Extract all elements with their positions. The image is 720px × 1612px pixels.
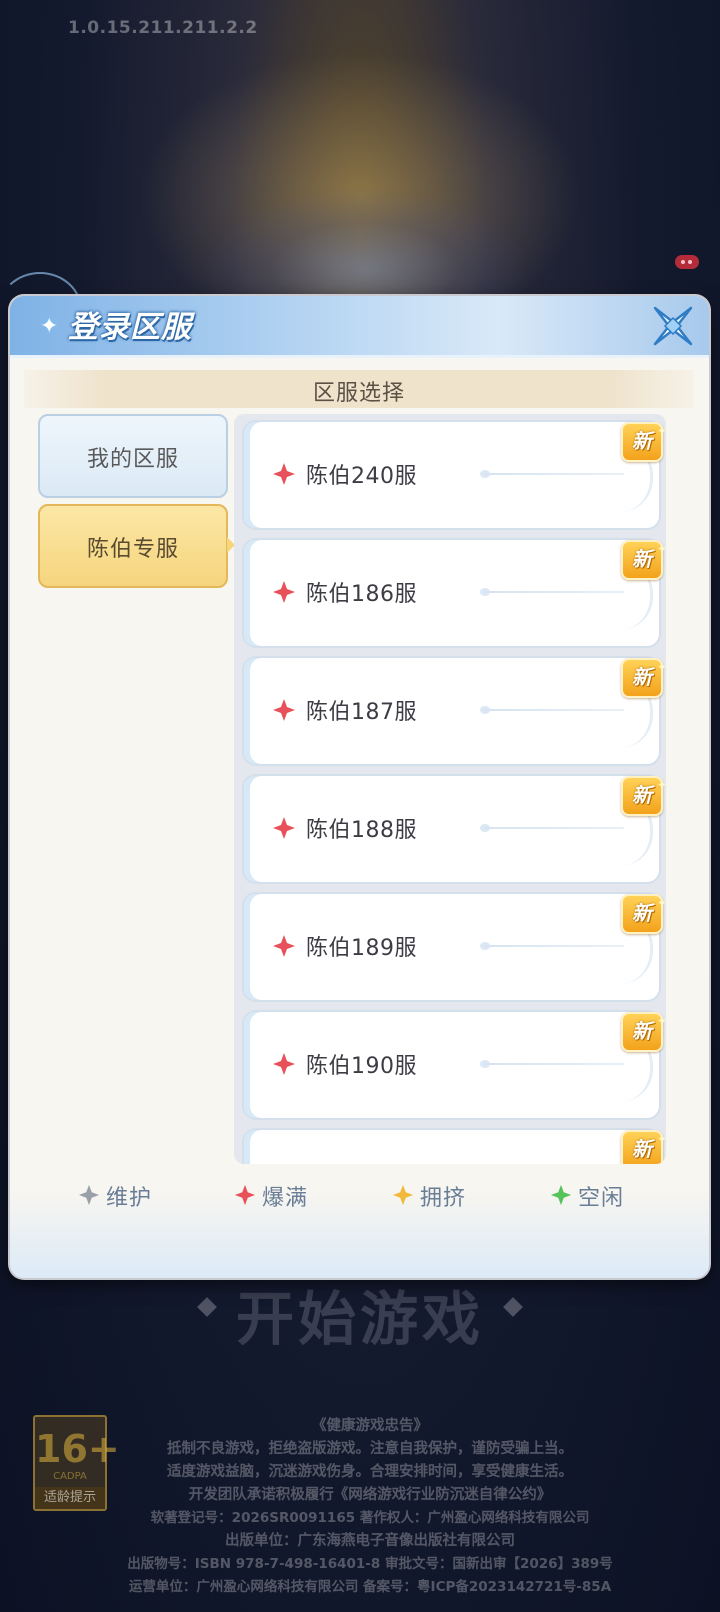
server-item[interactable]: 新 — [242, 1122, 666, 1164]
status-full-icon — [273, 935, 295, 957]
age-rating-tip: 适龄提示 — [35, 1487, 105, 1509]
legal-line: 软著登记号：2026SR0091165 著作权人：广州盈心网络科技有限公司 — [150, 1510, 590, 1526]
legal-line: 出版单位：广东海燕电子音像出版社有限公司 — [225, 1533, 515, 1549]
server-item[interactable]: 陈伯186服 新 — [242, 532, 666, 648]
status-full-icon — [273, 817, 295, 839]
sparkle-icon: ✦ — [40, 314, 59, 339]
legend-label: 拥挤 — [420, 1186, 467, 1211]
status-legend: 维护 爆满 拥挤 空闲 — [10, 1176, 709, 1216]
dialog-title: 登录区服 — [68, 310, 192, 345]
new-badge: 新 — [621, 1004, 666, 1052]
age-rating-badge[interactable]: 16+ CADPA 适龄提示 — [33, 1415, 120, 1511]
legal-line: 出版物号：ISBN 978-7-498-16401-8 审批文号：国新出审【20… — [127, 1556, 613, 1572]
server-name: 陈伯186服 — [306, 582, 417, 607]
tab-my-servers[interactable]: 我的区服 — [38, 414, 228, 498]
legal-notice: 《健康游戏忠告》 抵制不良游戏，拒绝盗版游戏。注意自我保护，谨防受骗上当。 适度… — [100, 1415, 640, 1599]
close-button[interactable] — [649, 302, 697, 350]
status-full-icon — [234, 1184, 256, 1206]
server-item[interactable]: 陈伯189服 新 — [242, 886, 666, 1002]
server-name: 陈伯187服 — [306, 700, 417, 725]
section-header: 区服选择 — [24, 370, 694, 408]
dialog-header: ✦ 登录区服 — [10, 296, 709, 358]
legal-line: 运营单位：广州盈心网络科技有限公司 备案号：粤ICP备2023142721号-8… — [128, 1579, 612, 1595]
start-game-button[interactable]: 开始游戏 — [0, 1272, 720, 1356]
new-badge: 新 — [621, 532, 666, 580]
new-badge: 新 — [621, 768, 666, 816]
server-select-dialog: ✦ 登录区服 区服选择 我的区服 陈伯专服 陈伯240服 新 陈伯186服 新 — [10, 296, 709, 1278]
status-full-icon — [273, 699, 295, 721]
age-rating-org: CADPA — [53, 1471, 87, 1482]
legal-line: 抵制不良游戏，拒绝盗版游戏。注意自我保护，谨防受骗上当。 — [167, 1441, 573, 1457]
server-name: 陈伯189服 — [306, 936, 417, 961]
legend-label: 空闲 — [578, 1186, 625, 1211]
status-idle-icon — [550, 1184, 572, 1206]
server-list[interactable]: 陈伯240服 新 陈伯186服 新 陈伯187服 新 陈伯188服 新 陈伯18… — [234, 414, 666, 1164]
record-indicator[interactable] — [675, 255, 699, 269]
legend-label: 爆满 — [262, 1186, 309, 1211]
legal-line: 开发团队承诺积极履行《网络游戏行业防沉迷自律公约》 — [188, 1487, 552, 1503]
start-game-label: 开始游戏 — [235, 1285, 484, 1353]
legal-line: 《健康游戏忠告》 — [312, 1418, 428, 1434]
server-item[interactable]: 陈伯188服 新 — [242, 768, 666, 884]
server-item[interactable]: 陈伯190服 新 — [242, 1004, 666, 1120]
new-badge: 新 — [621, 886, 666, 934]
server-name: 陈伯240服 — [306, 464, 417, 489]
close-icon — [653, 306, 693, 346]
new-badge: 新 — [621, 1122, 666, 1164]
tab-label: 我的区服 — [86, 447, 179, 472]
server-name: 陈伯190服 — [306, 1054, 417, 1079]
server-name: 陈伯188服 — [306, 818, 417, 843]
status-full-icon — [273, 1053, 295, 1075]
version-label: 1.0.15.211.211.2.2 — [68, 18, 258, 38]
server-item[interactable]: 陈伯240服 新 — [242, 414, 666, 530]
legend-label: 维护 — [106, 1186, 153, 1211]
status-full-icon — [273, 463, 295, 485]
tab-exclusive-servers[interactable]: 陈伯专服 — [38, 504, 235, 588]
status-full-icon — [273, 581, 295, 603]
new-badge: 新 — [621, 414, 666, 462]
status-maintenance-icon — [78, 1184, 100, 1206]
new-badge: 新 — [621, 650, 666, 698]
age-rating-number: 16+ — [35, 1427, 120, 1471]
status-crowded-icon — [392, 1184, 414, 1206]
game-logo-crest — [200, 185, 530, 305]
legal-line: 适度游戏益脑，沉迷游戏伤身。合理安排时间，享受健康生活。 — [167, 1464, 573, 1480]
server-item[interactable]: 陈伯187服 新 — [242, 650, 666, 766]
section-title: 区服选择 — [312, 381, 405, 406]
tab-label: 陈伯专服 — [86, 537, 179, 562]
